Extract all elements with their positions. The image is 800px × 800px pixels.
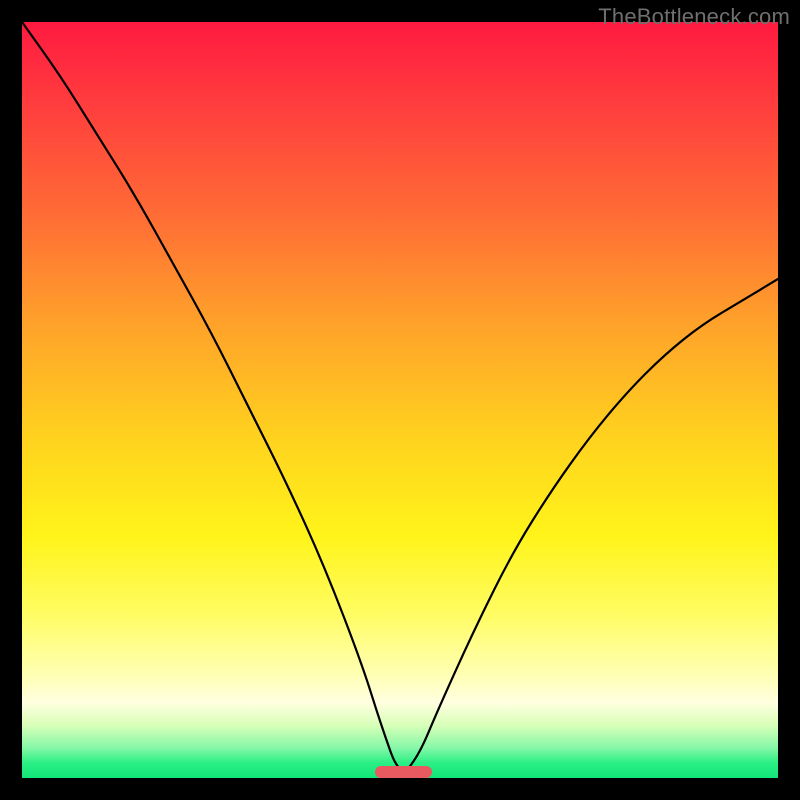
chart-frame: TheBottleneck.com <box>0 0 800 800</box>
watermark-text: TheBottleneck.com <box>598 4 790 30</box>
optimum-marker <box>375 766 432 778</box>
curve-path <box>22 22 778 770</box>
bottleneck-curve <box>22 22 778 778</box>
plot-area <box>22 22 778 778</box>
